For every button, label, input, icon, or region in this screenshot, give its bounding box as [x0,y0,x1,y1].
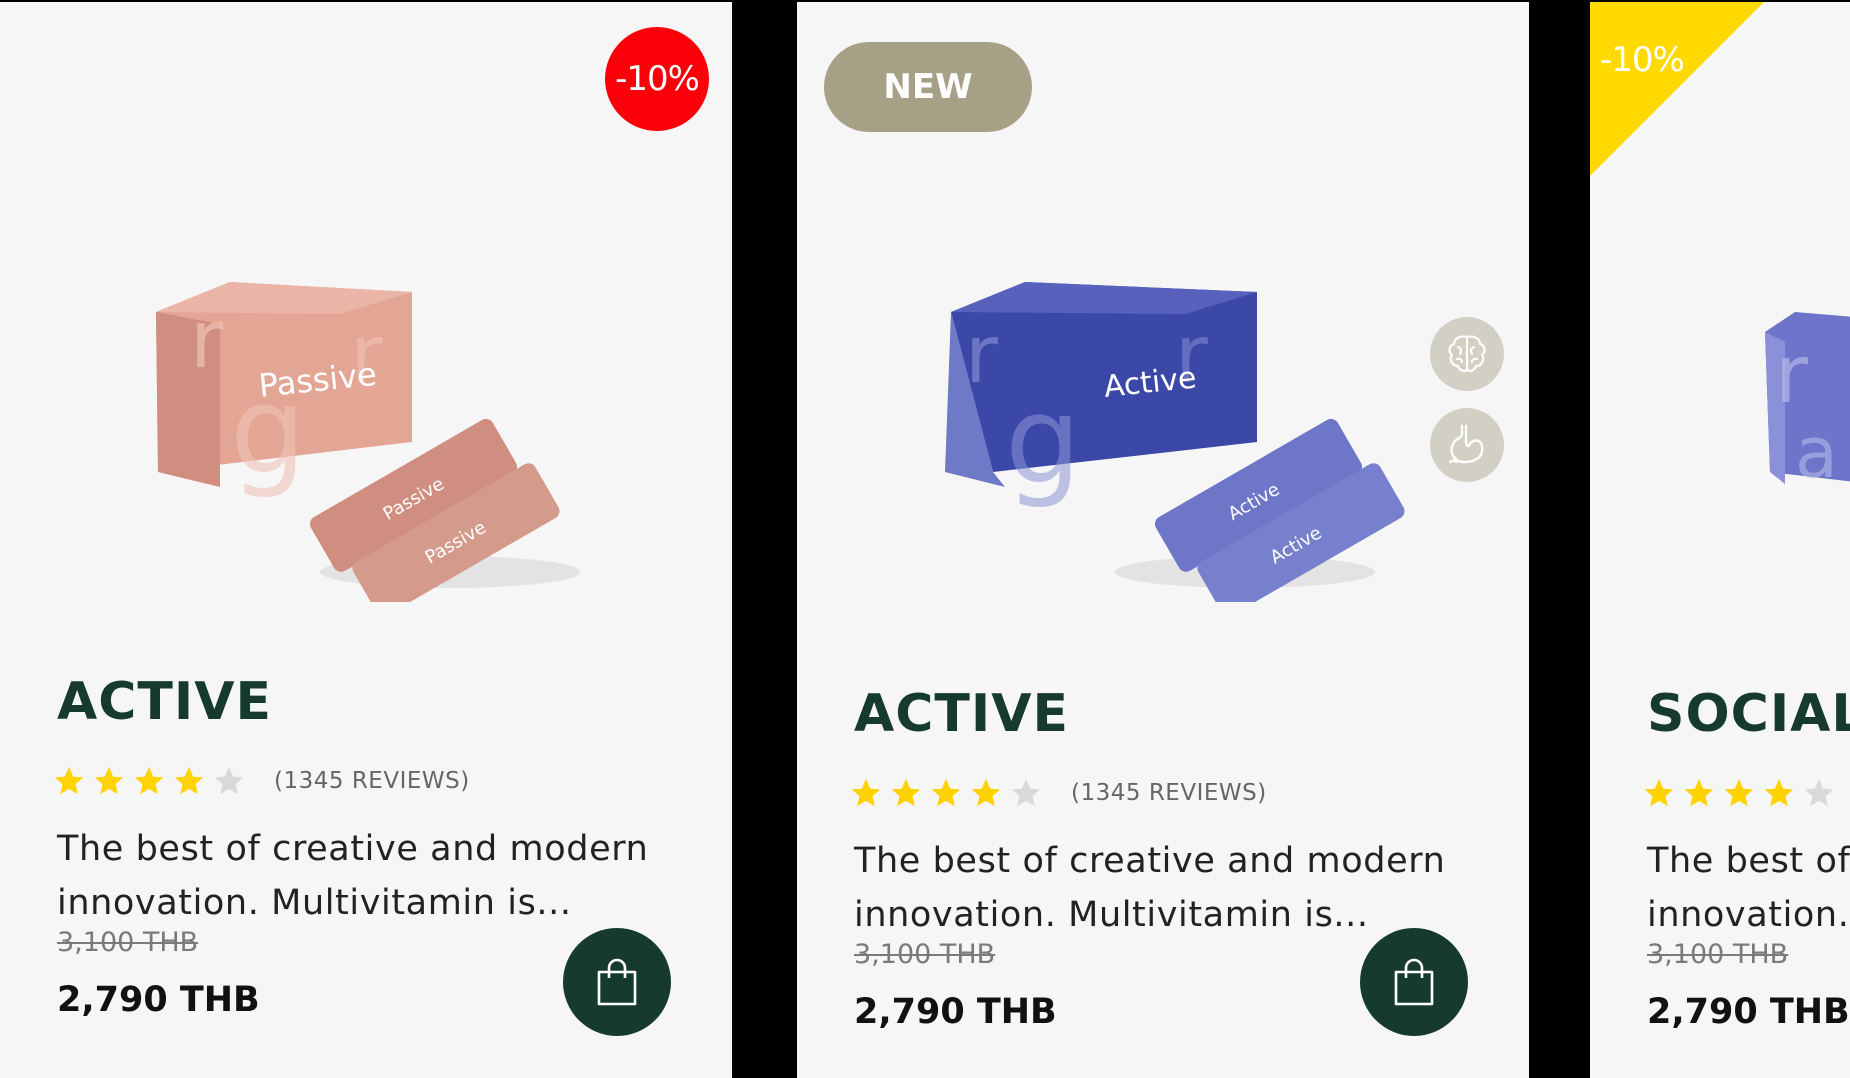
star-icon [1764,778,1794,807]
star-icon [971,778,1001,807]
product-card[interactable]: -10% r a SOCIALI The best ofinnovation. … [1590,2,1850,1078]
product-card[interactable]: -10% r g r Passive Passive Passive ACTIV… [0,2,732,1078]
discount-corner-badge: -10% [1590,2,1764,176]
original-price: 3,100 THB [57,927,199,958]
product-description: The best of creative and modern innovatio… [854,841,1446,935]
star-empty-icon [1804,778,1834,807]
star-icon [851,778,881,807]
shopping-bag-icon [1394,958,1434,1006]
rating: (1345 REVIEWS) [52,764,470,798]
svg-text:g: g [1005,372,1081,511]
shopping-bag-icon [597,958,637,1006]
brain-icon [1448,335,1486,373]
star-empty-icon [1011,778,1041,807]
stomach-icon [1448,424,1484,464]
benefit-badge[interactable] [1430,408,1504,482]
add-to-cart-button[interactable] [563,928,671,1036]
sale-price: 2,790 THB [1647,992,1850,1032]
product-description: The best ofinnovation. M [1647,841,1850,935]
product-title[interactable]: ACTIVE [57,672,272,732]
svg-text:r: r [190,293,223,386]
sale-price: 2,790 THB [57,980,260,1020]
rating [1642,776,1842,810]
product-description: The best of creative and modern innovatio… [57,829,649,923]
star-empty-icon [214,766,244,795]
rating: (1345 REVIEWS) [849,776,1267,810]
product-image[interactable]: r g r Passive Passive Passive [150,272,610,602]
discount-badge: -10% [605,27,709,131]
product-image[interactable]: r a [1765,312,1850,492]
star-icon [174,766,204,795]
review-count[interactable]: (1345 REVIEWS) [1071,780,1267,806]
svg-text:a: a [1795,412,1838,492]
star-icon [891,778,921,807]
star-icon [1684,778,1714,807]
star-icon [54,766,84,795]
sale-price: 2,790 THB [854,992,1057,1032]
original-price: 3,100 THB [854,939,996,970]
star-icon [1724,778,1754,807]
star-icon [134,766,164,795]
star-icon [931,778,961,807]
svg-text:r: r [1775,328,1808,421]
original-price: 3,100 THB [1647,939,1789,970]
review-count[interactable]: (1345 REVIEWS) [274,768,470,794]
product-card[interactable]: NEW r g r Active Active Active ACTIVE (1… [797,2,1529,1078]
product-image[interactable]: r g r Active Active Active [945,272,1405,602]
star-icon [94,766,124,795]
new-badge: NEW [824,42,1032,132]
add-to-cart-button[interactable] [1360,928,1468,1036]
benefit-badge[interactable] [1430,317,1504,391]
product-title[interactable]: SOCIALI [1647,684,1850,744]
star-icon [1644,778,1674,807]
product-title[interactable]: ACTIVE [854,684,1069,744]
svg-text:r: r [965,308,998,401]
